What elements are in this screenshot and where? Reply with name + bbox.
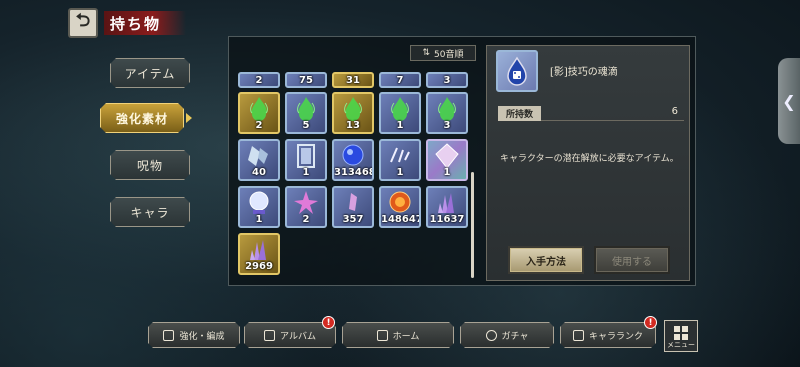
side-drawer-handle[interactable]: ❮	[778, 58, 800, 144]
item-slot[interactable]: 5	[285, 92, 327, 134]
item-count: 1	[302, 167, 310, 178]
item-count: 11637	[429, 214, 465, 225]
header: ⮌ 持ち物	[68, 8, 186, 38]
selected-item-icon	[496, 50, 538, 92]
item-count: 2969	[245, 261, 273, 272]
item-slot[interactable]: 3134683	[332, 139, 374, 181]
home-icon	[377, 330, 388, 341]
nav-gacha[interactable]: ガチャ	[460, 322, 554, 348]
item-count: 1486475	[381, 214, 419, 225]
tab-cursed-objects[interactable]: 呪物	[110, 150, 190, 180]
nav-label: 強化・編成	[179, 331, 225, 342]
item-slot[interactable]: 1	[426, 139, 468, 181]
item-slot[interactable]: 1	[379, 92, 421, 134]
item-count: 3	[443, 120, 451, 131]
nav-home[interactable]: ホーム	[342, 322, 454, 348]
item-slot[interactable]: 1	[285, 139, 327, 181]
item-grid: 2753173251313401313468311123571486475116…	[234, 62, 474, 282]
album-icon	[264, 330, 275, 341]
item-count: 3134683	[334, 167, 372, 178]
menu-label: メニュー	[667, 341, 695, 349]
grid-scrollbar[interactable]	[471, 172, 474, 278]
item-slot[interactable]: 11637	[426, 186, 468, 228]
gacha-icon	[486, 330, 497, 341]
tab-enhance-materials[interactable]: 強化素材	[100, 103, 184, 133]
item-count: 31	[346, 75, 360, 86]
menu-button[interactable]: メニュー	[664, 320, 698, 352]
acquire-method-label: 入手方法	[526, 256, 566, 268]
chevron-left-icon: ❮	[782, 91, 796, 111]
tab-characters[interactable]: キャラ	[110, 197, 190, 227]
item-slot[interactable]: 357	[332, 186, 374, 228]
item-slot[interactable]: 75	[285, 72, 327, 88]
nav-label: アルバム	[280, 331, 316, 342]
item-count: 2	[302, 214, 310, 225]
item-count: 75	[299, 75, 313, 86]
nav-label: ホーム	[392, 331, 420, 342]
menu-grid-icon	[674, 326, 688, 340]
item-slot[interactable]: 3	[426, 72, 468, 88]
item-count: 1	[255, 214, 263, 225]
owned-count-row: 所持数 6	[498, 106, 684, 121]
sort-button[interactable]: ⇅ 50音順	[410, 45, 476, 61]
sort-icon: ⇅	[422, 48, 431, 58]
use-label: 使用する	[612, 256, 652, 268]
item-slot[interactable]: 31	[332, 72, 374, 88]
item-slot[interactable]: 2	[238, 72, 280, 88]
back-button[interactable]: ⮌	[68, 8, 98, 38]
item-slot[interactable]: 2	[238, 92, 280, 134]
enhance-icon	[163, 330, 174, 341]
item-count: 7	[396, 75, 404, 86]
title-banner: 持ち物	[104, 11, 186, 35]
item-count: 13	[346, 120, 360, 131]
item-slot[interactable]: 1	[379, 139, 421, 181]
item-count: 1	[396, 167, 404, 178]
nav-label: キャラランク	[588, 331, 643, 342]
item-slot[interactable]: 7	[379, 72, 421, 88]
active-tab-arrow-icon	[186, 113, 192, 123]
page-title: 持ち物	[110, 14, 162, 33]
item-count: 40	[252, 167, 266, 178]
item-count: 2	[255, 75, 263, 86]
item-slot[interactable]: 3	[426, 92, 468, 134]
album-notification-badge: !	[322, 316, 335, 329]
item-slot[interactable]: 1486475	[379, 186, 421, 228]
item-count: 1	[443, 167, 451, 178]
chara-rank-icon	[573, 330, 584, 341]
item-slot[interactable]: 2969	[238, 233, 280, 275]
tab-label: アイテム	[124, 66, 176, 81]
nav-label: ガチャ	[501, 331, 529, 342]
tab-label: 呪物	[136, 158, 163, 173]
owned-label: 所持数	[498, 106, 542, 121]
item-slot[interactable]: 13	[332, 92, 374, 134]
tab-label: 強化素材	[115, 111, 168, 126]
item-slot[interactable]: 1	[238, 186, 280, 228]
back-arrow-icon: ⮌	[75, 10, 91, 31]
item-count: 2	[255, 120, 263, 131]
tab-items[interactable]: アイテム	[110, 58, 190, 88]
item-count: 5	[302, 120, 310, 131]
nav-enhance[interactable]: 強化・編成	[148, 322, 240, 348]
item-count: 357	[342, 214, 364, 225]
nav-chara-rank[interactable]: キャラランク	[560, 322, 656, 348]
selected-item-name: [影]技巧の魂滴	[550, 67, 618, 78]
use-button[interactable]: 使用する	[596, 248, 668, 272]
item-count: 1	[396, 120, 404, 131]
chara-rank-notification-badge: !	[644, 316, 657, 329]
soul-drop-icon	[507, 56, 527, 86]
owned-value: 6	[671, 106, 678, 117]
tab-label: キャラ	[130, 205, 170, 220]
item-slot[interactable]: 2	[285, 186, 327, 228]
item-description: キャラクターの潜在解放に必要なアイテム。	[500, 154, 679, 164]
item-slot[interactable]: 40	[238, 139, 280, 181]
sort-label: 50音順	[434, 49, 464, 60]
item-count: 3	[443, 75, 451, 86]
acquire-method-button[interactable]: 入手方法	[510, 248, 582, 272]
